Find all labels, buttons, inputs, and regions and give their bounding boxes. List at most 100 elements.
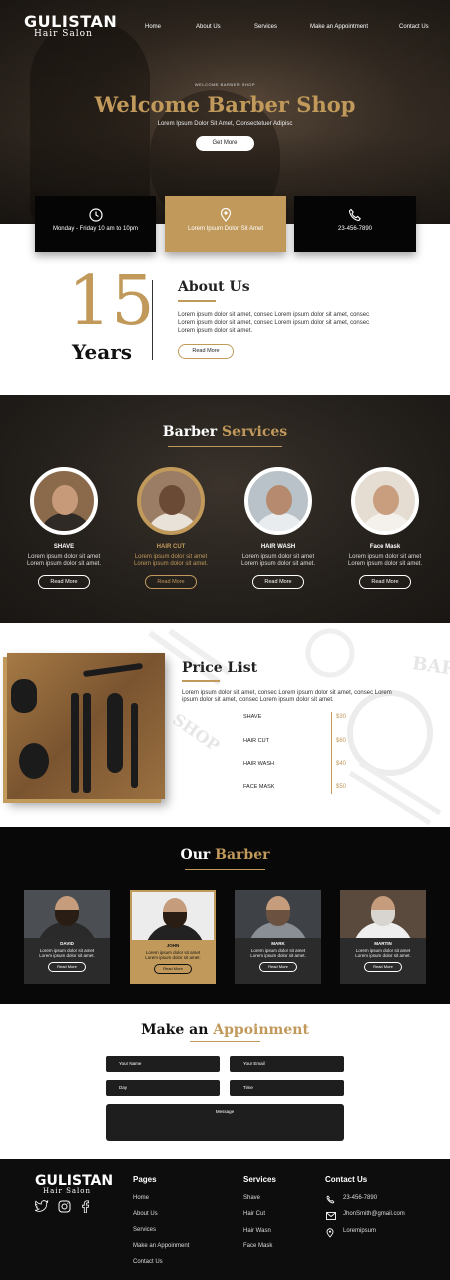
footer-link-about[interactable]: About Us xyxy=(133,1211,158,1217)
barber-read-more-button[interactable]: Read More xyxy=(364,962,402,972)
footer-logo[interactable]: GULISTAN Hair Salon xyxy=(35,1174,113,1195)
footer-link-home[interactable]: Home xyxy=(133,1195,149,1201)
barber-desc: Lorem ipsum dolor sit amet Lorem ipsum d… xyxy=(250,948,306,958)
time-field[interactable]: Time xyxy=(230,1080,344,1096)
barber-name: JOHN xyxy=(166,943,180,948)
location-pin-icon xyxy=(326,1228,334,1238)
footer-contact-title: Contact Us xyxy=(325,1175,368,1184)
service-name: Face Mask xyxy=(369,544,401,550)
location-pin-icon xyxy=(220,208,231,222)
price-row: HAIR WASH $40 xyxy=(243,761,353,771)
service-card-shave: SHAVE Lorem ipsum dolor sit amet Lorem i… xyxy=(19,467,109,589)
footer-brand-name: GULISTAN xyxy=(35,1173,114,1189)
price-item-value: $40 xyxy=(336,761,347,767)
phone-icon xyxy=(348,208,361,222)
nav-contact[interactable]: Contact Us xyxy=(399,24,429,30)
barbers-underline xyxy=(185,869,265,870)
message-field[interactable]: Message xyxy=(106,1104,344,1141)
info-hours: Monday - Friday 10 am to 10pm xyxy=(35,196,156,252)
footer-address: Loremipsum xyxy=(343,1228,377,1234)
facemask-photo xyxy=(351,467,419,535)
price-underline xyxy=(182,680,220,682)
barbers-title-a: Our xyxy=(180,847,211,863)
barber-read-more-button[interactable]: Read More xyxy=(48,962,86,972)
footer-services-title: Services xyxy=(243,1175,276,1184)
services-section: Barber Services SHAVE Lorem ipsum dolor … xyxy=(0,395,450,623)
barber-photo xyxy=(340,890,426,938)
service-read-more-button[interactable]: Read More xyxy=(38,575,90,589)
address-text: Lorem Ipsum Dolor Sit Amet xyxy=(187,226,264,232)
comb-icon xyxy=(131,703,138,788)
instagram-icon[interactable] xyxy=(58,1200,71,1213)
email-field[interactable]: Your Email xyxy=(230,1056,344,1072)
twitter-icon[interactable] xyxy=(35,1200,49,1212)
service-name: SHAVE xyxy=(53,544,75,550)
footer-service-hairwash[interactable]: Hair Wasn xyxy=(243,1228,271,1234)
service-desc: Lorem ipsum dolor sit amet Lorem ipsum d… xyxy=(240,554,316,567)
day-field[interactable]: Day xyxy=(106,1080,220,1096)
service-read-more-button[interactable]: Read More xyxy=(252,575,304,589)
price-item-value: $50 xyxy=(336,784,347,790)
round-brush-icon xyxy=(107,693,123,773)
years-number: 15 xyxy=(68,262,155,341)
spray-bottle-icon xyxy=(19,743,49,779)
hero-title: Welcome Barber Shop xyxy=(94,92,356,117)
price-row: FACE MASK $50 xyxy=(243,784,353,794)
price-item-name: SHAVE xyxy=(243,714,262,720)
barber-card-john: JOHN Lorem ipsum dolor sit amet Lorem ip… xyxy=(130,890,216,984)
shave-photo xyxy=(30,467,98,535)
services-title: Barber Services xyxy=(0,424,450,440)
about-text: Lorem ipsum dolor sit amet, consec Lorem… xyxy=(178,312,370,334)
price-row: HAIR CUT $60 xyxy=(243,738,353,748)
footer-service-haircut[interactable]: Hair Cut xyxy=(243,1211,265,1217)
price-title: Price List xyxy=(182,660,258,676)
footer-link-contact[interactable]: Contact Us xyxy=(133,1259,163,1265)
barber-photo xyxy=(235,890,321,938)
barber-name: MARK xyxy=(271,941,285,946)
footer-brand-tagline: Hair Salon xyxy=(43,1187,92,1195)
clock-icon xyxy=(88,208,103,222)
service-read-more-button[interactable]: Read More xyxy=(145,575,197,589)
footer-pages-title: Pages xyxy=(133,1175,157,1184)
about-title: About Us xyxy=(178,279,250,295)
phone-text: 23-456-7890 xyxy=(337,226,373,232)
main-nav: Home About Us Services Make an Appointme… xyxy=(0,24,450,34)
straightener-icon xyxy=(83,693,91,793)
appointment-underline xyxy=(190,1041,260,1042)
nav-appointment[interactable]: Make an Appointment xyxy=(310,24,368,30)
phone-icon xyxy=(326,1195,335,1204)
price-divider xyxy=(331,712,332,794)
appointment-title-b: Appoinment xyxy=(213,1022,309,1038)
barber-read-more-button[interactable]: Read More xyxy=(154,964,192,974)
hero-subtitle: Lorem Ipsum Dolor Sit Amet, Consectetuer… xyxy=(157,121,293,127)
nav-services[interactable]: Services xyxy=(254,24,277,30)
footer-service-shave[interactable]: Shave xyxy=(243,1195,260,1201)
barber-photo xyxy=(24,890,110,938)
nav-home[interactable]: Home xyxy=(145,24,161,30)
hair-dryer-icon xyxy=(11,679,37,713)
footer-email[interactable]: JhonSmith@gmail.com xyxy=(343,1211,405,1217)
barber-photo xyxy=(132,892,214,940)
hero-kicker: WELCOME BARBER SHOP xyxy=(194,82,256,87)
info-address: Lorem Ipsum Dolor Sit Amet xyxy=(165,196,286,252)
barber-card-martin: MARTIN Lorem ipsum dolor sit amet Lorem … xyxy=(340,890,426,984)
barbers-section: Our Barber DAVID Lorem ipsum dolor sit a… xyxy=(0,827,450,1004)
price-text: Lorem ipsum dolor sit amet, consec Lorem… xyxy=(182,690,392,703)
barber-card-mark: MARK Lorem ipsum dolor sit amet Lorem ip… xyxy=(235,890,321,984)
barber-name: DAVID xyxy=(60,941,74,946)
facebook-icon[interactable] xyxy=(81,1200,89,1213)
service-name: HAIR WASH xyxy=(260,544,296,550)
scissors-icon xyxy=(82,662,144,678)
info-phone: 23-456-7890 xyxy=(294,196,416,252)
name-field[interactable]: Your Name xyxy=(106,1056,220,1072)
price-item-value: $30 xyxy=(336,714,347,720)
footer-service-facemask[interactable]: Face Mask xyxy=(243,1243,272,1249)
footer-link-appointment[interactable]: Make an Appoinment xyxy=(133,1243,189,1249)
service-read-more-button[interactable]: Read More xyxy=(359,575,411,589)
barber-read-more-button[interactable]: Read More xyxy=(259,962,297,972)
about-read-more-button[interactable]: Read More xyxy=(178,344,234,359)
footer-link-services[interactable]: Services xyxy=(133,1227,156,1233)
footer-phone[interactable]: 23-456-7890 xyxy=(343,1195,377,1201)
get-more-button[interactable]: Get More xyxy=(196,136,254,151)
nav-about[interactable]: About Us xyxy=(196,24,221,30)
